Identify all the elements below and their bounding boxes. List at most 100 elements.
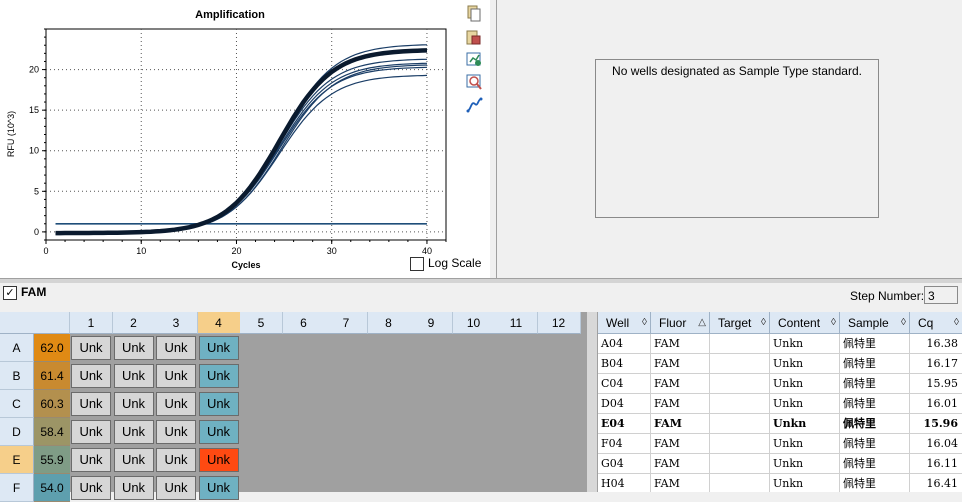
table-cell-cq[interactable]: 16.17 [910, 354, 962, 374]
table-cell-sample[interactable]: 佩特里 [840, 454, 910, 474]
plate-well-A2[interactable]: Unk [113, 336, 154, 360]
table-cell-well[interactable]: G04 [598, 454, 651, 474]
table-cell-content[interactable]: Unkn [770, 434, 840, 454]
table-cell-fluor[interactable]: FAM [651, 354, 710, 374]
table-cell-sample[interactable]: 佩特里 [840, 474, 910, 492]
plate-well-C3[interactable]: Unk [156, 392, 196, 416]
table-cell-fluor[interactable]: FAM [651, 414, 710, 434]
table-cell-well[interactable]: D04 [598, 394, 651, 414]
fam-checkbox[interactable]: ✓ [3, 286, 17, 300]
plate-row-header-C[interactable]: C [0, 390, 34, 418]
plate-well-F1[interactable]: Unk [71, 476, 111, 500]
table-cell-fluor[interactable]: FAM [651, 454, 710, 474]
table-cell-content[interactable]: Unkn [770, 414, 840, 434]
sort-icon[interactable]: ◊ [642, 312, 647, 334]
plate-well-A3[interactable]: Unk [156, 336, 196, 360]
plate-well-B2[interactable]: Unk [113, 364, 154, 388]
table-cell-target[interactable] [710, 414, 770, 434]
plate-well-C4[interactable]: Unk [198, 392, 239, 416]
plate-column-header-11[interactable]: 11 [495, 312, 538, 334]
table-cell-well[interactable]: E04 [598, 414, 651, 434]
plate-row-header-A[interactable]: A [0, 334, 34, 362]
plate-well-A1[interactable]: Unk [71, 336, 111, 360]
step-number-field[interactable]: 3 [924, 286, 958, 304]
sort-icon[interactable]: ◊ [901, 312, 906, 334]
table-cell-content[interactable]: Unkn [770, 454, 840, 474]
refresh-graph-icon[interactable] [465, 50, 483, 68]
sort-icon[interactable]: ◊ [761, 312, 766, 334]
sort-icon[interactable]: △ [698, 312, 706, 334]
plate-column-header-12[interactable]: 12 [537, 312, 581, 334]
table-cell-content[interactable]: Unkn [770, 334, 840, 354]
table-cell-content[interactable]: Unkn [770, 394, 840, 414]
table-header-cq[interactable]: Cq ◊ [910, 312, 962, 334]
plate-well-C2[interactable]: Unk [113, 392, 154, 416]
plate-well-C1[interactable]: Unk [71, 392, 111, 416]
table-cell-well[interactable]: F04 [598, 434, 651, 454]
plate-column-header-7[interactable]: 7 [325, 312, 368, 334]
table-cell-cq[interactable]: 16.41 [910, 474, 962, 492]
table-cell-well[interactable]: B04 [598, 354, 651, 374]
table-cell-sample[interactable]: 佩特里 [840, 354, 910, 374]
table-cell-content[interactable]: Unkn [770, 354, 840, 374]
plate-column-header-2[interactable]: 2 [112, 312, 156, 334]
plate-well-E2[interactable]: Unk [113, 448, 154, 472]
plate-well-D3[interactable]: Unk [156, 420, 196, 444]
table-header-sample[interactable]: Sample ◊ [840, 312, 910, 334]
export-icon[interactable] [465, 28, 483, 46]
plate-column-header-8[interactable]: 8 [367, 312, 411, 334]
plate-column-header-3[interactable]: 3 [155, 312, 198, 334]
sort-icon[interactable]: ◊ [831, 312, 836, 334]
plate-column-header-1[interactable]: 1 [70, 312, 113, 334]
table-cell-well[interactable]: C04 [598, 374, 651, 394]
table-cell-cq[interactable]: 15.96 [910, 414, 962, 434]
plate-column-header-4[interactable]: 4 [197, 312, 241, 334]
plate-column-header-6[interactable]: 6 [282, 312, 326, 334]
plate-well-B1[interactable]: Unk [71, 364, 111, 388]
table-cell-fluor[interactable]: FAM [651, 434, 710, 454]
plate-column-header-9[interactable]: 9 [410, 312, 453, 334]
table-cell-sample[interactable]: 佩特里 [840, 434, 910, 454]
table-cell-fluor[interactable]: FAM [651, 334, 710, 354]
table-cell-target[interactable] [710, 374, 770, 394]
plate-well-E4[interactable]: Unk [198, 448, 239, 472]
plate-row-header-D[interactable]: D [0, 418, 34, 446]
plate-corner-header[interactable] [0, 312, 70, 334]
table-cell-target[interactable] [710, 334, 770, 354]
plate-column-header-5[interactable]: 5 [240, 312, 283, 334]
plate-well-B4[interactable]: Unk [198, 364, 239, 388]
plate-well-B3[interactable]: Unk [156, 364, 196, 388]
plate-well-D2[interactable]: Unk [113, 420, 154, 444]
horizontal-splitter[interactable] [0, 278, 962, 283]
table-cell-sample[interactable]: 佩特里 [840, 334, 910, 354]
table-cell-fluor[interactable]: FAM [651, 374, 710, 394]
plate-well-F3[interactable]: Unk [156, 476, 196, 500]
log-scale-checkbox[interactable] [410, 257, 424, 271]
table-cell-cq[interactable]: 15.95 [910, 374, 962, 394]
table-cell-cq[interactable]: 16.04 [910, 434, 962, 454]
zoom-graph-icon[interactable] [465, 73, 483, 91]
plate-row-header-B[interactable]: B [0, 362, 34, 390]
table-cell-target[interactable] [710, 474, 770, 492]
table-cell-target[interactable] [710, 454, 770, 474]
table-cell-fluor[interactable]: FAM [651, 474, 710, 492]
table-cell-sample[interactable]: 佩特里 [840, 374, 910, 394]
curve-settings-icon[interactable] [465, 96, 483, 114]
table-header-target[interactable]: Target ◊ [710, 312, 770, 334]
plate-well-A4[interactable]: Unk [198, 336, 239, 360]
table-cell-cq[interactable]: 16.01 [910, 394, 962, 414]
plate-well-E1[interactable]: Unk [71, 448, 111, 472]
table-cell-fluor[interactable]: FAM [651, 394, 710, 414]
table-cell-well[interactable]: A04 [598, 334, 651, 354]
table-cell-cq[interactable]: 16.11 [910, 454, 962, 474]
table-cell-target[interactable] [710, 394, 770, 414]
table-cell-sample[interactable]: 佩特里 [840, 414, 910, 434]
amplification-chart[interactable]: Amplification Cycles RFU (10^3) 0 10 20 30 4… [0, 0, 462, 278]
table-header-fluor[interactable]: Fluor △ [651, 312, 710, 334]
table-cell-target[interactable] [710, 354, 770, 374]
table-cell-cq[interactable]: 16.38 [910, 334, 962, 354]
plate-well-D4[interactable]: Unk [198, 420, 239, 444]
plate-column-header-10[interactable]: 10 [452, 312, 496, 334]
plate-well-F2[interactable]: Unk [113, 476, 154, 500]
plate-row-header-E[interactable]: E [0, 446, 34, 474]
